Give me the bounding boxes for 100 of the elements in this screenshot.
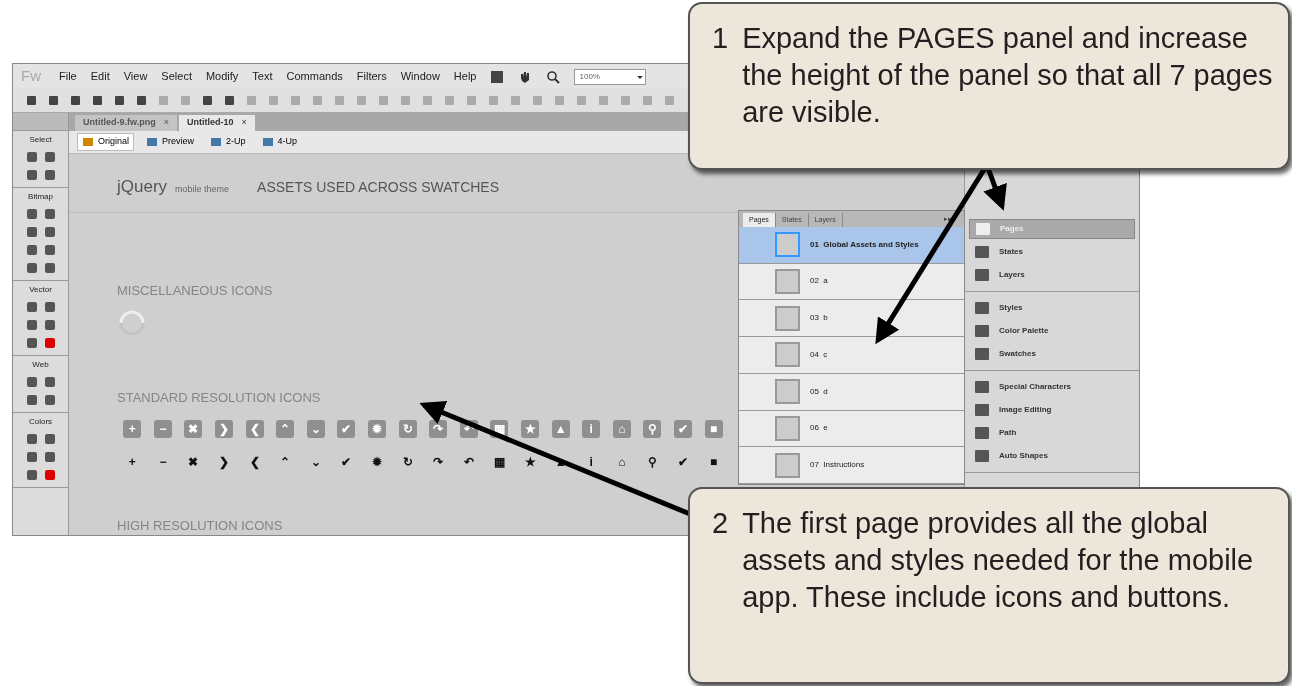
icon-glyph: ✖ <box>184 419 203 438</box>
section-heading: MISCELLANEOUS ICONS <box>117 281 273 300</box>
menu-item[interactable]: Select <box>161 68 192 85</box>
menu-item[interactable]: Filters <box>356 68 387 85</box>
mode-icon <box>82 137 94 147</box>
brand-subtitle: mobile theme <box>175 183 230 196</box>
panel-icon <box>973 379 991 395</box>
view-mode-tab[interactable]: 4-Up <box>257 133 302 151</box>
toolbar-icon[interactable] <box>69 94 82 107</box>
page-thumbnail <box>775 379 800 405</box>
view-mode-tab[interactable]: Original <box>77 133 134 151</box>
menu-item[interactable]: Help <box>453 68 477 85</box>
close-icon[interactable]: × <box>241 116 247 130</box>
section-heading: HIGH RESOLUTION ICONS <box>117 516 283 535</box>
toolbar-icon[interactable] <box>201 94 214 107</box>
page-name: 07 Instructions <box>810 459 865 472</box>
icon-glyph: ↷ <box>429 419 448 438</box>
icon-glyph: ✹ <box>371 453 384 471</box>
spinner-icon <box>117 308 147 338</box>
tool-group-label: Web <box>32 359 49 371</box>
page-thumbnail <box>775 232 800 258</box>
toolbar-icon[interactable] <box>91 94 104 107</box>
icon-glyph: ⌃ <box>276 419 295 438</box>
menu-item[interactable]: Text <box>252 68 273 85</box>
icon-glyph: ↻ <box>401 453 414 471</box>
zoom-field[interactable]: 100% <box>574 68 647 85</box>
panel-icon <box>973 402 991 418</box>
page-row[interactable]: 01 Global Assets and Styles <box>739 226 964 264</box>
menu-item[interactable]: File <box>59 68 77 85</box>
panel-item[interactable]: Color Palette <box>969 321 1135 341</box>
toolbar-icon[interactable] <box>47 94 60 107</box>
icon-glyph: + <box>127 453 137 471</box>
page-name: 03 b <box>810 312 828 325</box>
panel-item[interactable]: Image Editing <box>969 400 1135 420</box>
menu-item[interactable]: Modify <box>205 68 239 85</box>
zoom-value: 100% <box>579 70 600 83</box>
tool-group-label: Select <box>29 134 52 146</box>
toolbar-icon[interactable] <box>25 94 38 107</box>
page-name: 06 e <box>810 422 828 435</box>
panel-item[interactable]: Layers <box>969 265 1135 285</box>
mode-icon <box>210 137 223 147</box>
page-thumbnail <box>775 305 800 331</box>
brand-name: jQuery <box>117 176 168 198</box>
menu-item[interactable]: Edit <box>90 68 110 85</box>
icon-glyph: ■ <box>704 419 723 438</box>
view-mode-tab[interactable]: Preview <box>142 133 199 151</box>
icon-glyph: + <box>123 419 142 438</box>
icon-glyph: ✹ <box>368 419 387 438</box>
panel-item[interactable]: Swatches <box>969 344 1135 364</box>
panel-item[interactable]: Auto Shapes <box>969 446 1135 466</box>
icon-glyph: ✔ <box>677 453 689 471</box>
toolbar-icon[interactable] <box>223 94 236 107</box>
icon-glyph: ✖ <box>187 453 200 471</box>
panel-icon <box>974 221 992 237</box>
icon-glyph: ▲ <box>551 419 570 438</box>
close-icon[interactable]: × <box>163 116 169 130</box>
icon-glyph: ★ <box>521 419 539 438</box>
panel-icon <box>973 346 991 362</box>
icon-glyph: ⚲ <box>646 453 658 471</box>
page-title: ASSETS USED ACROSS SWATCHES <box>257 178 500 197</box>
icon-glyph: ✔ <box>674 419 692 438</box>
icon-glyph: i <box>588 453 594 471</box>
page-name: 02 a <box>810 275 828 288</box>
view-mode-tab[interactable]: 2-Up <box>206 133 250 151</box>
icon-glyph: ↷ <box>432 453 445 471</box>
section-heading: STANDARD RESOLUTION ICONS <box>117 389 321 407</box>
icon-glyph: ⌂ <box>617 453 627 471</box>
panel-icon <box>973 425 991 441</box>
document-tab[interactable]: Untitled-10 × <box>178 115 255 131</box>
mode-icon <box>146 137 158 147</box>
zoom-icon[interactable] <box>546 69 561 84</box>
toolbar-icon[interactable] <box>135 94 148 107</box>
panel-item[interactable]: Styles <box>969 298 1135 318</box>
page-thumbnail <box>775 415 800 441</box>
toolbar-icon[interactable] <box>113 94 126 107</box>
step-number: 1 <box>712 21 729 56</box>
menu-item[interactable]: Window <box>400 68 440 85</box>
icon-glyph: − <box>153 419 172 438</box>
page-thumbnail <box>775 452 800 478</box>
page-name: 04 c <box>810 348 828 361</box>
icon-glyph: ❯ <box>218 453 231 471</box>
icon-glyph: ✔ <box>337 419 356 438</box>
menu-item[interactable]: View <box>123 68 148 85</box>
panel-item[interactable]: Special Characters <box>969 377 1135 397</box>
menu-item[interactable]: Commands <box>286 68 343 85</box>
icon-glyph: ⌂ <box>612 419 631 438</box>
icon-glyph: ⚲ <box>643 419 662 438</box>
page-thumbnail <box>775 342 800 368</box>
icon-glyph: ↶ <box>462 453 475 471</box>
icon-glyph: ■ <box>708 453 719 471</box>
document-tab[interactable]: Untitled-9.fw.png × <box>75 115 177 131</box>
icon-glyph: ❮ <box>248 453 261 471</box>
panel-item[interactable]: States <box>969 242 1135 262</box>
panel-icon <box>973 244 991 260</box>
tool-group-label: Colors <box>28 416 53 428</box>
icon-glyph: ❮ <box>245 419 264 438</box>
icon-glyph: ❯ <box>215 419 234 438</box>
panel-item[interactable]: Path <box>969 423 1135 443</box>
page-name: 01 Global Assets and Styles <box>810 238 919 251</box>
app-logo: Fw <box>21 66 41 87</box>
